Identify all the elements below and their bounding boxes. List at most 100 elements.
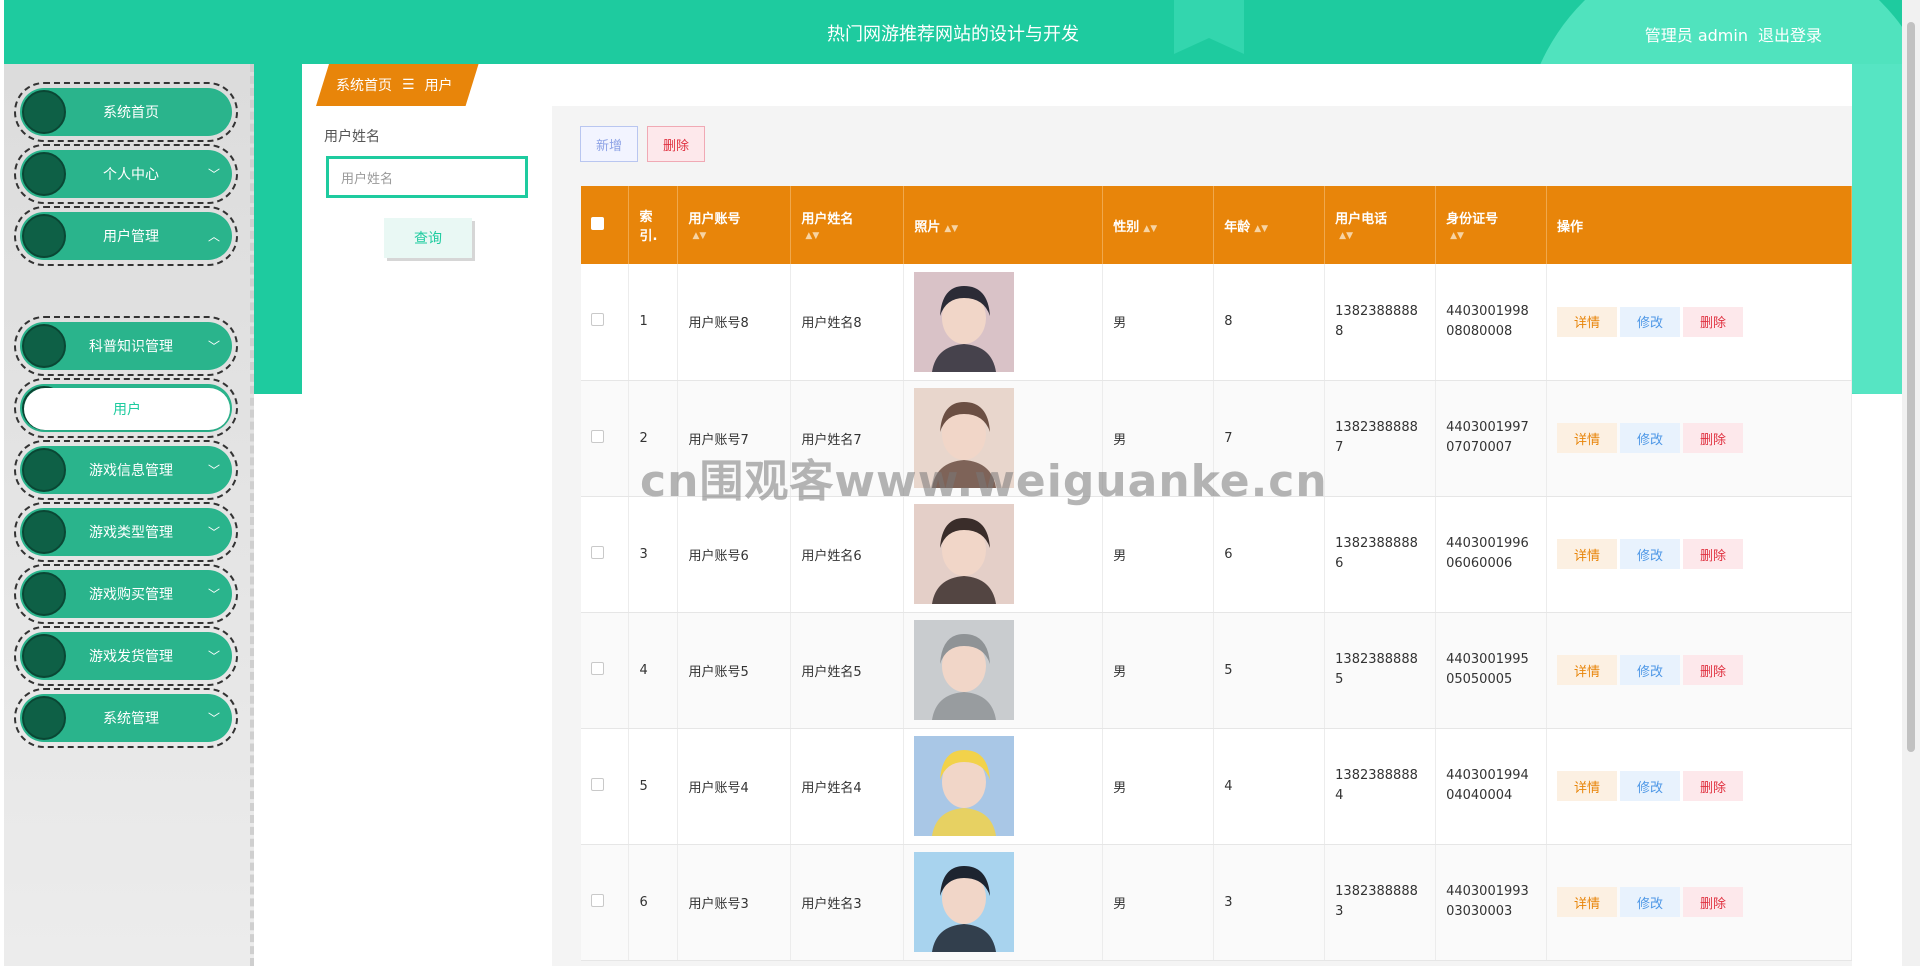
header-name[interactable]: 用户姓名 ▲▼ (790, 186, 905, 264)
detail-button[interactable]: 详情 (1557, 539, 1618, 569)
cell-photo (903, 496, 1104, 613)
chevron-down-icon: ﹀ (207, 525, 220, 540)
header-phone-label: 用户电话 (1335, 212, 1388, 227)
cell-idcard: 440300199404040004 (1435, 728, 1548, 845)
logout-link[interactable]: 退出登录 (1758, 22, 1822, 46)
edit-button[interactable]: 修改 (1620, 655, 1681, 685)
sidebar-item[interactable]: 个人中心 ﹀ (14, 144, 238, 204)
sidebar-item[interactable]: 系统首页 (14, 82, 238, 142)
sidebar-item-pill[interactable]: 个人中心 ﹀ (20, 150, 232, 198)
sidebar-item-label: 科普知识管理 (89, 339, 173, 355)
sidebar-item[interactable]: 游戏类型管理 ﹀ (14, 502, 238, 562)
sidebar-item-pill[interactable]: 系统管理 ﹀ (20, 694, 232, 742)
sidebar-item-pill[interactable]: 游戏购买管理 ﹀ (20, 570, 232, 618)
cell-index: 6 (628, 844, 679, 961)
cell-account: 用户账号4 (677, 728, 792, 845)
sort-icon[interactable]: ▲▼ (1143, 224, 1157, 234)
row-checkbox[interactable] (591, 429, 604, 443)
sidebar-item[interactable]: 游戏发货管理 ﹀ (14, 626, 238, 686)
header-account-label: 用户账号 (688, 212, 741, 227)
edit-button[interactable]: 修改 (1620, 539, 1681, 569)
add-button[interactable]: 新增 (580, 126, 638, 162)
sort-icon[interactable]: ▲▼ (1254, 224, 1268, 234)
sidebar-item[interactable]: 科普知识管理 ﹀ (14, 316, 238, 376)
user-table: 索引. 用户账号 ▲▼ 用户姓名 ▲▼ 照片 ▲▼ 性别 ▲▼ 年龄 ▲▼ 用户电话 ▲▼ … (581, 186, 1852, 961)
sidebar-item-pill[interactable]: 游戏信息管理 ﹀ (20, 446, 232, 494)
sidebar-item-circle-icon (22, 152, 66, 196)
table-row: 4 用户账号5 用户姓名5 男 5 13823888885 4403001995050500… (581, 612, 1852, 729)
sort-icon[interactable]: ▲▼ (1339, 231, 1353, 241)
cell-idcard: 440300199707070007 (1435, 380, 1548, 497)
sidebar-item-pill[interactable]: 科普知识管理 ﹀ (20, 322, 232, 370)
row-delete-button[interactable]: 删除 (1683, 423, 1744, 453)
detail-button[interactable]: 详情 (1557, 306, 1618, 337)
sidebar-item-pill[interactable]: 游戏类型管理 ﹀ (20, 508, 232, 556)
sort-icon[interactable]: ▲▼ (1450, 231, 1464, 241)
sidebar-item[interactable]: 游戏购买管理 ﹀ (14, 564, 238, 624)
table-row: 1 用户账号8 用户姓名8 男 8 13823888888 4403001998080800… (581, 264, 1852, 381)
breadcrumb-home[interactable]: 系统首页 (336, 75, 392, 95)
user-photo (914, 504, 1015, 604)
sidebar-item-pill[interactable]: 系统首页 (20, 88, 232, 136)
cell-name: 用户姓名6 (790, 496, 905, 613)
header-account[interactable]: 用户账号 ▲▼ (677, 186, 792, 264)
row-delete-button[interactable]: 删除 (1683, 655, 1744, 685)
header-index-label: 索引. (639, 210, 658, 244)
delete-button[interactable]: 删除 (647, 126, 705, 162)
header-photo[interactable]: 照片 ▲▼ (903, 186, 1104, 264)
sidebar-item[interactable]: 游戏信息管理 ﹀ (14, 440, 238, 500)
edit-button[interactable]: 修改 (1620, 771, 1681, 801)
cell-idcard: 440300199303030003 (1435, 844, 1548, 961)
page-scrollbar[interactable] (1902, 0, 1920, 966)
row-checkbox[interactable] (591, 661, 604, 675)
cell-gender: 男 (1102, 496, 1215, 613)
chevron-down-icon: ﹀ (207, 587, 220, 602)
sidebar-subitem-user[interactable]: 用户 (24, 388, 230, 430)
sort-icon[interactable]: ▲▼ (692, 231, 706, 241)
edit-button[interactable]: 修改 (1620, 306, 1681, 337)
sidebar-item-label: 个人中心 (103, 167, 159, 183)
row-delete-button[interactable]: 删除 (1683, 306, 1744, 337)
sidebar-item-circle-icon (22, 696, 66, 740)
header-phone[interactable]: 用户电话 ▲▼ (1324, 186, 1437, 264)
row-checkbox[interactable] (591, 545, 604, 559)
row-delete-button[interactable]: 删除 (1683, 539, 1744, 569)
detail-button[interactable]: 详情 (1557, 771, 1618, 801)
edit-button[interactable]: 修改 (1620, 423, 1681, 453)
cell-index: 3 (628, 496, 679, 613)
edit-button[interactable]: 修改 (1620, 887, 1681, 917)
sidebar-item-label: 游戏购买管理 (89, 587, 173, 603)
scrollbar-thumb[interactable] (1907, 22, 1915, 752)
header-idcard-label: 身份证号 (1446, 212, 1499, 227)
sidebar-item[interactable]: 用户管理 ︿ (14, 206, 238, 266)
row-checkbox[interactable] (591, 777, 604, 791)
table-row: 5 用户账号4 用户姓名4 男 4 13823888884 4403001994040400… (581, 728, 1852, 845)
sidebar-item-label: 游戏发货管理 (89, 649, 173, 665)
detail-button[interactable]: 详情 (1557, 655, 1618, 685)
header-idcard[interactable]: 身份证号 ▲▼ (1435, 186, 1548, 264)
cell-photo (903, 612, 1104, 729)
header-index: 索引. (628, 186, 679, 264)
header-age[interactable]: 年龄 ▲▼ (1213, 186, 1326, 264)
sort-icon[interactable]: ▲▼ (805, 231, 819, 241)
search-input[interactable]: 用户姓名 (326, 156, 528, 198)
row-checkbox[interactable] (591, 313, 604, 327)
sidebar-item-pill[interactable]: 游戏发货管理 ﹀ (20, 632, 232, 680)
chevron-down-icon: ﹀ (207, 339, 220, 354)
detail-button[interactable]: 详情 (1557, 887, 1618, 917)
row-select-cell (581, 612, 630, 729)
top-header: 热门网游推荐网站的设计与开发 管理员 admin 退出登录 (4, 0, 1902, 64)
main-content: 新增 删除 索引. 用户账号 ▲▼ 用户姓名 ▲▼ 照片 ▲▼ 性别 ▲▼ 年龄 ▲▼ 用… (552, 106, 1852, 966)
row-checkbox[interactable] (591, 893, 604, 907)
sidebar-item[interactable]: 系统管理 ﹀ (14, 688, 238, 748)
header-gender[interactable]: 性别 ▲▼ (1102, 186, 1215, 264)
select-all-checkbox[interactable] (591, 216, 604, 230)
row-delete-button[interactable]: 删除 (1683, 771, 1744, 801)
row-delete-button[interactable]: 删除 (1683, 887, 1744, 917)
detail-button[interactable]: 详情 (1557, 423, 1618, 453)
chevron-down-icon: ﹀ (207, 463, 220, 478)
cell-name: 用户姓名3 (790, 844, 905, 961)
sort-icon[interactable]: ▲▼ (944, 224, 958, 234)
query-button[interactable]: 查询 (384, 218, 472, 258)
sidebar-item-pill[interactable]: 用户管理 ︿ (20, 212, 232, 260)
